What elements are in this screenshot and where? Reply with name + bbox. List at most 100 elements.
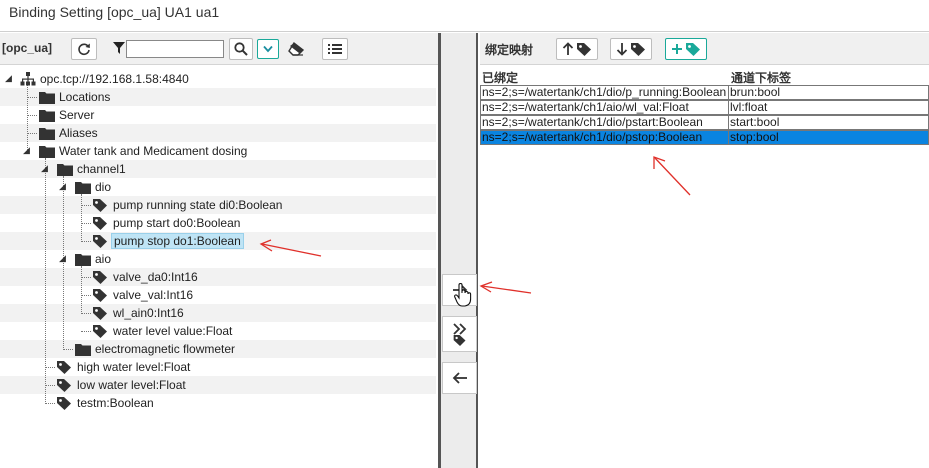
tree-node-label: wl_ain0:Int16 bbox=[113, 306, 184, 320]
source-toolbar: [opc_ua] bbox=[0, 33, 438, 65]
tree-node-label: valve_da0:Int16 bbox=[113, 270, 198, 284]
tree-node-tag[interactable]: testm:Boolean bbox=[56, 394, 156, 412]
tree-connector bbox=[81, 313, 91, 314]
refresh-icon bbox=[78, 43, 90, 56]
mapping-table: 已绑定 通道下标签 ns=2;s=/watertank/ch1/dio/p_ru… bbox=[480, 67, 929, 468]
tag-icon bbox=[56, 395, 73, 411]
window-title: Binding Setting [opc_ua] UA1 ua1 bbox=[9, 4, 220, 20]
table-row[interactable]: ns=2;s=/watertank/ch1/dio/p_running:Bool… bbox=[480, 85, 929, 100]
channel-tag-cell: stop:bool bbox=[729, 130, 929, 145]
tree-node-flowmeter[interactable]: electromagnetic flowmeter bbox=[74, 340, 237, 358]
tag-icon bbox=[92, 323, 109, 339]
tree-node-label: dio bbox=[95, 180, 112, 194]
tree-connector bbox=[27, 133, 37, 134]
bound-node-cell: ns=2;s=/watertank/ch1/dio/pstop:Boolean bbox=[480, 130, 729, 145]
folder-icon bbox=[74, 341, 91, 357]
source-label: [opc_ua] bbox=[2, 41, 53, 55]
tree-connector bbox=[81, 295, 91, 296]
tree-node-server-root[interactable]: opc.tcp://192.168.1.58:4840 bbox=[19, 70, 191, 88]
tree-node-tag[interactable]: low water level:Float bbox=[56, 376, 188, 394]
folder-icon bbox=[74, 251, 91, 267]
double-chevron-right-icon bbox=[452, 322, 466, 335]
collapse-toggle[interactable]: ◢ bbox=[59, 182, 68, 191]
tag-icon bbox=[92, 269, 109, 285]
arrow-up-icon bbox=[562, 42, 574, 55]
tree-node-label: Server bbox=[59, 108, 95, 122]
collapse-toggle[interactable]: ◢ bbox=[59, 254, 68, 263]
bind-all-button[interactable] bbox=[442, 316, 477, 352]
move-down-button[interactable] bbox=[610, 38, 652, 60]
table-row[interactable]: ns=2;s=/watertank/ch1/aio/wl_val:Float l… bbox=[480, 100, 929, 115]
bound-node-cell: ns=2;s=/watertank/ch1/aio/wl_val:Float bbox=[480, 100, 729, 115]
tree-connector bbox=[27, 84, 28, 150]
tree-connector bbox=[81, 194, 82, 242]
collapse-toggle[interactable]: ◢ bbox=[5, 74, 14, 83]
tree-node-tag-selected[interactable]: pump stop do1:Boolean bbox=[92, 232, 244, 250]
opc-tree: ◢ ◢ ◢ ◢ ◢ opc.tcp://192.168.1.58:4840 Lo… bbox=[0, 66, 438, 468]
add-mapping-button[interactable] bbox=[665, 38, 707, 60]
folder-icon bbox=[74, 179, 91, 195]
tree-node-tag[interactable]: wl_ain0:Int16 bbox=[92, 304, 186, 322]
tree-node-water-tank[interactable]: Water tank and Medicament dosing bbox=[38, 142, 249, 160]
filter-input[interactable] bbox=[126, 40, 224, 58]
tree-node-dio[interactable]: dio bbox=[74, 178, 113, 196]
column-header-bound[interactable]: 已绑定 bbox=[482, 69, 518, 85]
channel-tag-cell: brun:bool bbox=[729, 85, 929, 100]
tree-connector bbox=[81, 205, 91, 206]
arrow-down-icon bbox=[616, 43, 628, 56]
refresh-button[interactable] bbox=[71, 38, 97, 60]
tag-icon bbox=[92, 215, 109, 231]
tree-node-tag[interactable]: valve_da0:Int16 bbox=[92, 268, 200, 286]
tree-connector bbox=[81, 266, 82, 314]
tree-node-label: opc.tcp://192.168.1.58:4840 bbox=[40, 72, 189, 86]
column-header-channel-tag[interactable]: 通道下标签 bbox=[731, 69, 791, 85]
tree-node-tag[interactable]: high water level:Float bbox=[56, 358, 192, 376]
tree-node-locations[interactable]: Locations bbox=[38, 88, 112, 106]
tree-node-label: low water level:Float bbox=[77, 378, 186, 392]
bound-node-cell: ns=2;s=/watertank/ch1/dio/pstart:Boolean bbox=[480, 115, 729, 130]
search-button[interactable] bbox=[229, 38, 253, 60]
tag-icon bbox=[92, 233, 109, 249]
channel-tag-cell: lvl:float bbox=[729, 100, 929, 115]
filter-dropdown-button[interactable] bbox=[257, 39, 279, 59]
tree-node-tag[interactable]: valve_val:Int16 bbox=[92, 286, 195, 304]
folder-icon bbox=[38, 125, 55, 141]
table-row[interactable]: ns=2;s=/watertank/ch1/dio/pstart:Boolean… bbox=[480, 115, 929, 130]
tree-connector bbox=[45, 367, 55, 368]
tree-connector bbox=[27, 97, 37, 98]
collapse-toggle[interactable]: ◢ bbox=[41, 164, 50, 173]
tree-row bbox=[0, 268, 436, 286]
folder-icon bbox=[38, 143, 55, 159]
move-up-button[interactable] bbox=[556, 38, 598, 60]
tree-node-aio[interactable]: aio bbox=[74, 250, 113, 268]
tree-node-aliases[interactable]: Aliases bbox=[38, 124, 100, 142]
tree-connector bbox=[81, 241, 91, 242]
tree-node-tag[interactable]: pump running state di0:Boolean bbox=[92, 196, 284, 214]
tree-connector bbox=[63, 176, 64, 350]
tag-icon bbox=[92, 305, 109, 321]
collapse-toggle[interactable]: ◢ bbox=[23, 146, 32, 155]
tree-node-label: pump start do0:Boolean bbox=[113, 216, 241, 230]
tree-node-tag[interactable]: water level value:Float bbox=[92, 322, 234, 340]
tree-node-label: Aliases bbox=[59, 126, 98, 140]
clear-filter-button[interactable] bbox=[284, 38, 308, 60]
tag-icon bbox=[577, 42, 591, 56]
tree-connector bbox=[45, 385, 55, 386]
network-icon bbox=[19, 71, 36, 87]
tag-icon bbox=[631, 42, 645, 56]
tag-icon bbox=[56, 377, 73, 393]
mapping-toolbar: 绑定映射 bbox=[480, 33, 929, 65]
list-view-button[interactable] bbox=[322, 38, 348, 60]
tree-node-server[interactable]: Server bbox=[38, 106, 96, 124]
eraser-icon bbox=[288, 42, 304, 56]
filter-icon bbox=[113, 42, 125, 57]
binding-actions bbox=[441, 33, 478, 468]
tree-node-channel1[interactable]: channel1 bbox=[56, 160, 128, 178]
folder-icon bbox=[38, 107, 55, 123]
tree-node-label: electromagnetic flowmeter bbox=[95, 342, 236, 356]
table-row-selected[interactable]: ns=2;s=/watertank/ch1/dio/pstop:Boolean … bbox=[480, 130, 929, 145]
tag-icon bbox=[686, 42, 700, 56]
tree-node-tag[interactable]: pump start do0:Boolean bbox=[92, 214, 242, 232]
tree-node-label: valve_val:Int16 bbox=[113, 288, 194, 302]
unbind-button[interactable] bbox=[442, 362, 477, 394]
